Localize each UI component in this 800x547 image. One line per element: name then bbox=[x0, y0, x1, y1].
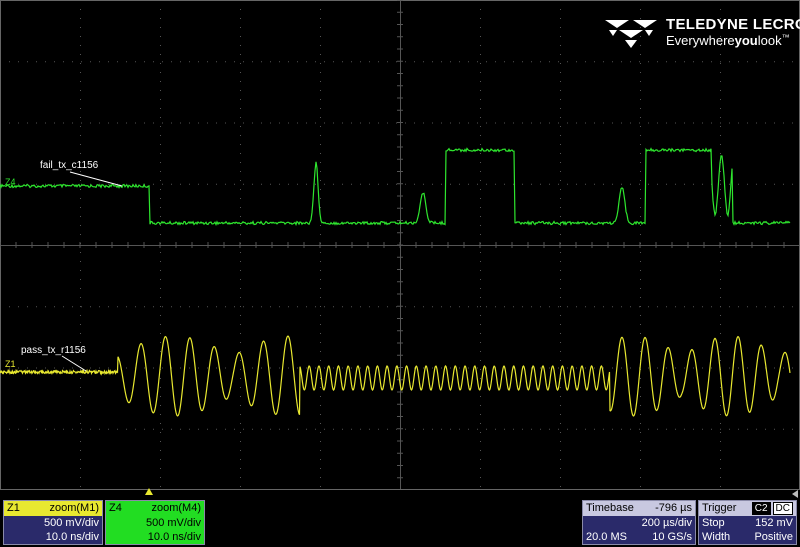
timebase-tdiv: 200 µs/div bbox=[641, 517, 692, 529]
trigger-label: Trigger bbox=[702, 502, 737, 514]
logo-mark-icon bbox=[605, 20, 657, 48]
channel-marker-z4[interactable]: Z4 bbox=[5, 177, 16, 187]
channel-vdiv: 500 mV/div bbox=[43, 517, 99, 529]
timebase-label: Timebase bbox=[586, 502, 634, 514]
channel-tdiv: 10.0 ns/div bbox=[45, 531, 99, 543]
trace-z4-waveform bbox=[0, 147, 791, 227]
timebase-descriptor[interactable]: Timebase -796 µs 200 µs/div 20.0 MS 10 GS/… bbox=[582, 500, 696, 545]
channel-id: Z4 bbox=[109, 502, 122, 514]
pass-label-pointer bbox=[61, 355, 87, 372]
trigger-mode: Stop bbox=[702, 517, 725, 529]
logo-brand-text: TELEDYNE LECROY bbox=[666, 16, 800, 33]
channel-vdiv: 500 mV/div bbox=[145, 517, 201, 529]
timebase-rate: 10 GS/s bbox=[652, 531, 692, 543]
channel-source: zoom(M1) bbox=[49, 502, 99, 514]
timebase-delay: -796 µs bbox=[655, 502, 692, 514]
trigger-coupling-badge: DC bbox=[772, 502, 793, 515]
trigger-source-badge: C2 bbox=[751, 502, 771, 515]
trigger-descriptor[interactable]: Trigger C2 DC Stop 152 mV Width Positive bbox=[698, 500, 797, 545]
waveform-display[interactable] bbox=[0, 0, 800, 490]
channel-source: zoom(M4) bbox=[151, 502, 201, 514]
fail-label-pointer bbox=[69, 171, 123, 187]
trace-label-fail: fail_tx_c1156 bbox=[40, 160, 99, 171]
trace-z1-waveform bbox=[0, 335, 791, 417]
channel-id: Z1 bbox=[7, 502, 20, 514]
trigger-type: Width bbox=[702, 531, 731, 543]
logo-tagline: Everywhereyoulook™ bbox=[666, 33, 790, 48]
channel-descriptor-z1[interactable]: Z1 zoom(M1) 500 mV/div 10.0 ns/div bbox=[3, 500, 103, 545]
timebase-samples: 20.0 MS bbox=[586, 531, 627, 543]
trigger-slope: Positive bbox=[754, 531, 793, 543]
trigger-position-icon[interactable] bbox=[145, 488, 153, 495]
trigger-level: 152 mV bbox=[755, 517, 793, 529]
offscreen-arrow-icon bbox=[792, 490, 798, 498]
graticule bbox=[0, 0, 800, 490]
channel-descriptor-z4[interactable]: Z4 zoom(M4) 500 mV/div 10.0 ns/div bbox=[105, 500, 205, 545]
channel-marker-z1[interactable]: Z1 bbox=[5, 359, 16, 369]
channel-tdiv: 10.0 ns/div bbox=[147, 531, 201, 543]
teledyne-lecroy-logo: TELEDYNE LECROY Everywhereyoulook™ bbox=[603, 16, 800, 50]
trace-label-pass: pass_tx_r1156 bbox=[21, 345, 86, 356]
